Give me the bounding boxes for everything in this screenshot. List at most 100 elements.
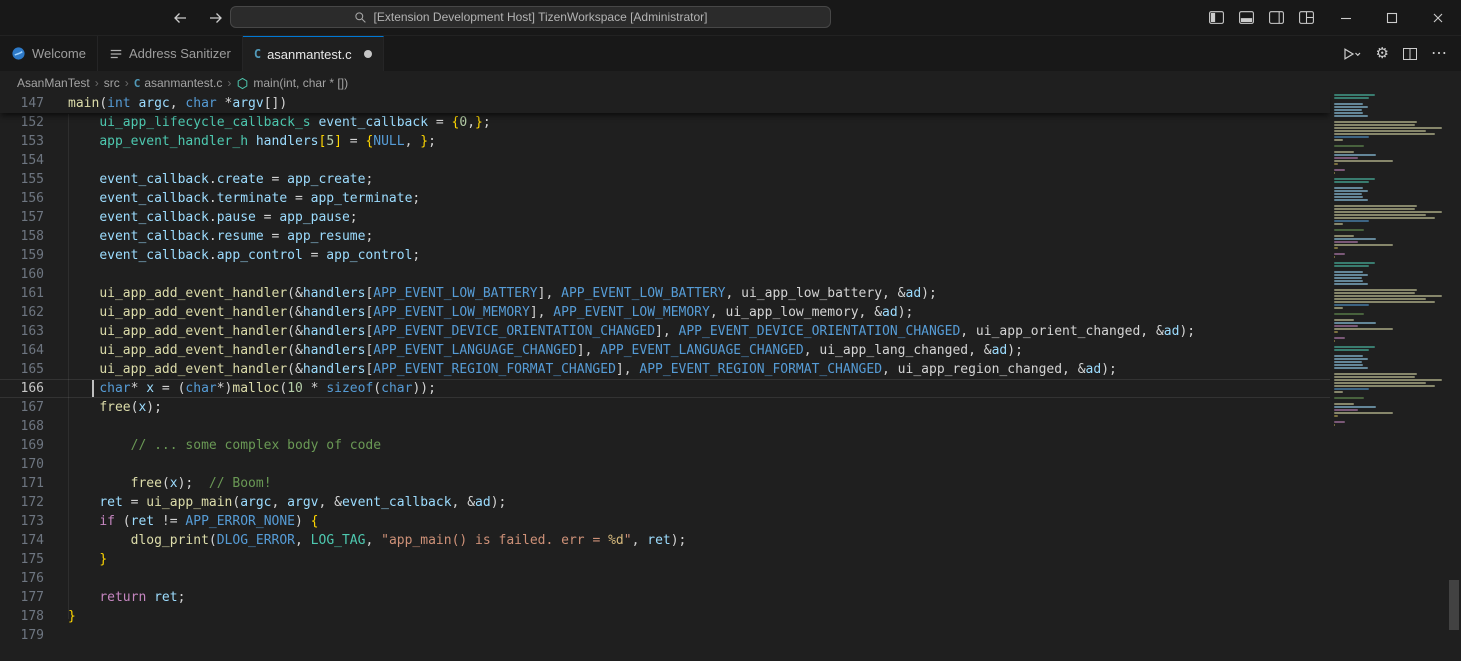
line-content[interactable]: ui_app_add_event_handler(&handlers[APP_E…: [44, 341, 1330, 360]
line-number[interactable]: 157: [0, 208, 44, 227]
code-line[interactable]: 167 free(x);: [0, 398, 1330, 417]
code-line[interactable]: 175 }: [0, 550, 1330, 569]
code-line[interactable]: 177 return ret;: [0, 588, 1330, 607]
line-content[interactable]: char* x = (char*)malloc(10 * sizeof(char…: [44, 379, 1330, 398]
code-line[interactable]: 155 event_callback.create = app_create;: [0, 170, 1330, 189]
line-number[interactable]: 163: [0, 322, 44, 341]
code-line[interactable]: 152 ui_app_lifecycle_callback_s event_ca…: [0, 113, 1330, 132]
line-content[interactable]: ui_app_lifecycle_callback_s event_callba…: [44, 113, 1330, 132]
line-content[interactable]: [44, 417, 1330, 436]
code-line[interactable]: 173 if (ret != APP_ERROR_NONE) {: [0, 512, 1330, 531]
line-content[interactable]: main(int argc, char *argv[]): [44, 94, 1330, 113]
line-content[interactable]: }: [44, 607, 1330, 626]
line-number[interactable]: 164: [0, 341, 44, 360]
line-number[interactable]: 152: [0, 113, 44, 132]
line-content[interactable]: ui_app_add_event_handler(&handlers[APP_E…: [44, 303, 1330, 322]
code-line[interactable]: 153 app_event_handler_h handlers[5] = {N…: [0, 132, 1330, 151]
line-number[interactable]: 176: [0, 569, 44, 588]
code-line[interactable]: 160: [0, 265, 1330, 284]
code-line[interactable]: 179: [0, 626, 1330, 645]
line-number[interactable]: 165: [0, 360, 44, 379]
code-line[interactable]: 157 event_callback.pause = app_pause;: [0, 208, 1330, 227]
line-content[interactable]: event_callback.resume = app_resume;: [44, 227, 1330, 246]
tab-welcome[interactable]: Welcome: [0, 36, 98, 71]
minimize-button[interactable]: [1323, 0, 1369, 35]
line-number[interactable]: 179: [0, 626, 44, 645]
maximize-button[interactable]: [1369, 0, 1415, 35]
code-line[interactable]: 166 char* x = (char*)malloc(10 * sizeof(…: [0, 379, 1330, 398]
close-button[interactable]: [1415, 0, 1461, 35]
line-number[interactable]: 160: [0, 265, 44, 284]
toggle-panel-icon[interactable]: [1237, 9, 1255, 27]
line-number[interactable]: 154: [0, 151, 44, 170]
line-number[interactable]: 155: [0, 170, 44, 189]
line-content[interactable]: // ... some complex body of code: [44, 436, 1330, 455]
line-number[interactable]: 177: [0, 588, 44, 607]
line-number[interactable]: 172: [0, 493, 44, 512]
line-number[interactable]: 167: [0, 398, 44, 417]
line-number[interactable]: 168: [0, 417, 44, 436]
line-content[interactable]: [44, 569, 1330, 588]
settings-gear-button[interactable]: ⚙: [1376, 46, 1389, 61]
run-or-debug-button[interactable]: [1341, 46, 1363, 62]
line-content[interactable]: dlog_print(DLOG_ERROR, LOG_TAG, "app_mai…: [44, 531, 1330, 550]
line-content[interactable]: [44, 626, 1330, 645]
line-content[interactable]: }: [44, 550, 1330, 569]
line-content[interactable]: if (ret != APP_ERROR_NONE) {: [44, 512, 1330, 531]
code-line[interactable]: 172 ret = ui_app_main(argc, argv, &event…: [0, 493, 1330, 512]
line-number[interactable]: 175: [0, 550, 44, 569]
sticky-scroll-line[interactable]: 147main(int argc, char *argv[]): [0, 94, 1330, 113]
line-number[interactable]: 166: [0, 379, 44, 398]
toggle-primary-sidebar-icon[interactable]: [1207, 9, 1225, 27]
code-editor[interactable]: 152 ui_app_lifecycle_callback_s event_ca…: [0, 94, 1461, 661]
code-line[interactable]: 169 // ... some complex body of code: [0, 436, 1330, 455]
code-line[interactable]: 161 ui_app_add_event_handler(&handlers[A…: [0, 284, 1330, 303]
line-content[interactable]: free(x); // Boom!: [44, 474, 1330, 493]
code-line[interactable]: 159 event_callback.app_control = app_con…: [0, 246, 1330, 265]
code-line[interactable]: 162 ui_app_add_event_handler(&handlers[A…: [0, 303, 1330, 322]
line-content[interactable]: [44, 265, 1330, 284]
code-line[interactable]: 178}: [0, 607, 1330, 626]
line-content[interactable]: event_callback.terminate = app_terminate…: [44, 189, 1330, 208]
forward-button[interactable]: [206, 8, 226, 28]
split-editor-button[interactable]: [1402, 46, 1418, 62]
tab-asanmantest[interactable]: C asanmantest.c: [243, 36, 384, 71]
breadcrumb-project[interactable]: AsanManTest: [17, 76, 90, 90]
line-content[interactable]: ret = ui_app_main(argc, argv, &event_cal…: [44, 493, 1330, 512]
code-line[interactable]: 174 dlog_print(DLOG_ERROR, LOG_TAG, "app…: [0, 531, 1330, 550]
command-center-search[interactable]: [Extension Development Host] TizenWorksp…: [230, 6, 831, 28]
line-number[interactable]: 173: [0, 512, 44, 531]
line-number[interactable]: 159: [0, 246, 44, 265]
line-content[interactable]: free(x);: [44, 398, 1330, 417]
line-number[interactable]: 161: [0, 284, 44, 303]
code-line[interactable]: 164 ui_app_add_event_handler(&handlers[A…: [0, 341, 1330, 360]
code-line[interactable]: 156 event_callback.terminate = app_termi…: [0, 189, 1330, 208]
modified-dot[interactable]: [364, 50, 372, 58]
line-content[interactable]: [44, 151, 1330, 170]
line-content[interactable]: ui_app_add_event_handler(&handlers[APP_E…: [44, 284, 1330, 303]
sticky-line[interactable]: 147main(int argc, char *argv[]): [0, 94, 1330, 113]
code-line[interactable]: 176: [0, 569, 1330, 588]
code-line[interactable]: 158 event_callback.resume = app_resume;: [0, 227, 1330, 246]
line-number[interactable]: 162: [0, 303, 44, 322]
breadcrumb-file[interactable]: C asanmantest.c: [134, 76, 223, 90]
line-content[interactable]: [44, 455, 1330, 474]
line-number[interactable]: 171: [0, 474, 44, 493]
breadcrumb-symbol-main[interactable]: main(int, char * []): [236, 76, 348, 90]
line-content[interactable]: ui_app_add_event_handler(&handlers[APP_E…: [44, 360, 1330, 379]
line-content[interactable]: ui_app_add_event_handler(&handlers[APP_E…: [44, 322, 1330, 341]
line-content[interactable]: app_event_handler_h handlers[5] = {NULL,…: [44, 132, 1330, 151]
line-content[interactable]: event_callback.pause = app_pause;: [44, 208, 1330, 227]
vertical-scrollbar-thumb[interactable]: [1449, 580, 1459, 630]
line-number[interactable]: 178: [0, 607, 44, 626]
code-line[interactable]: 165 ui_app_add_event_handler(&handlers[A…: [0, 360, 1330, 379]
line-number[interactable]: 147: [0, 94, 44, 113]
toggle-secondary-sidebar-icon[interactable]: [1267, 9, 1285, 27]
line-content[interactable]: event_callback.create = app_create;: [44, 170, 1330, 189]
tab-address-sanitizer[interactable]: Address Sanitizer: [98, 36, 243, 71]
line-number[interactable]: 153: [0, 132, 44, 151]
line-content[interactable]: event_callback.app_control = app_control…: [44, 246, 1330, 265]
line-number[interactable]: 156: [0, 189, 44, 208]
code-line[interactable]: 171 free(x); // Boom!: [0, 474, 1330, 493]
more-actions-button[interactable]: ⋯: [1431, 46, 1447, 62]
